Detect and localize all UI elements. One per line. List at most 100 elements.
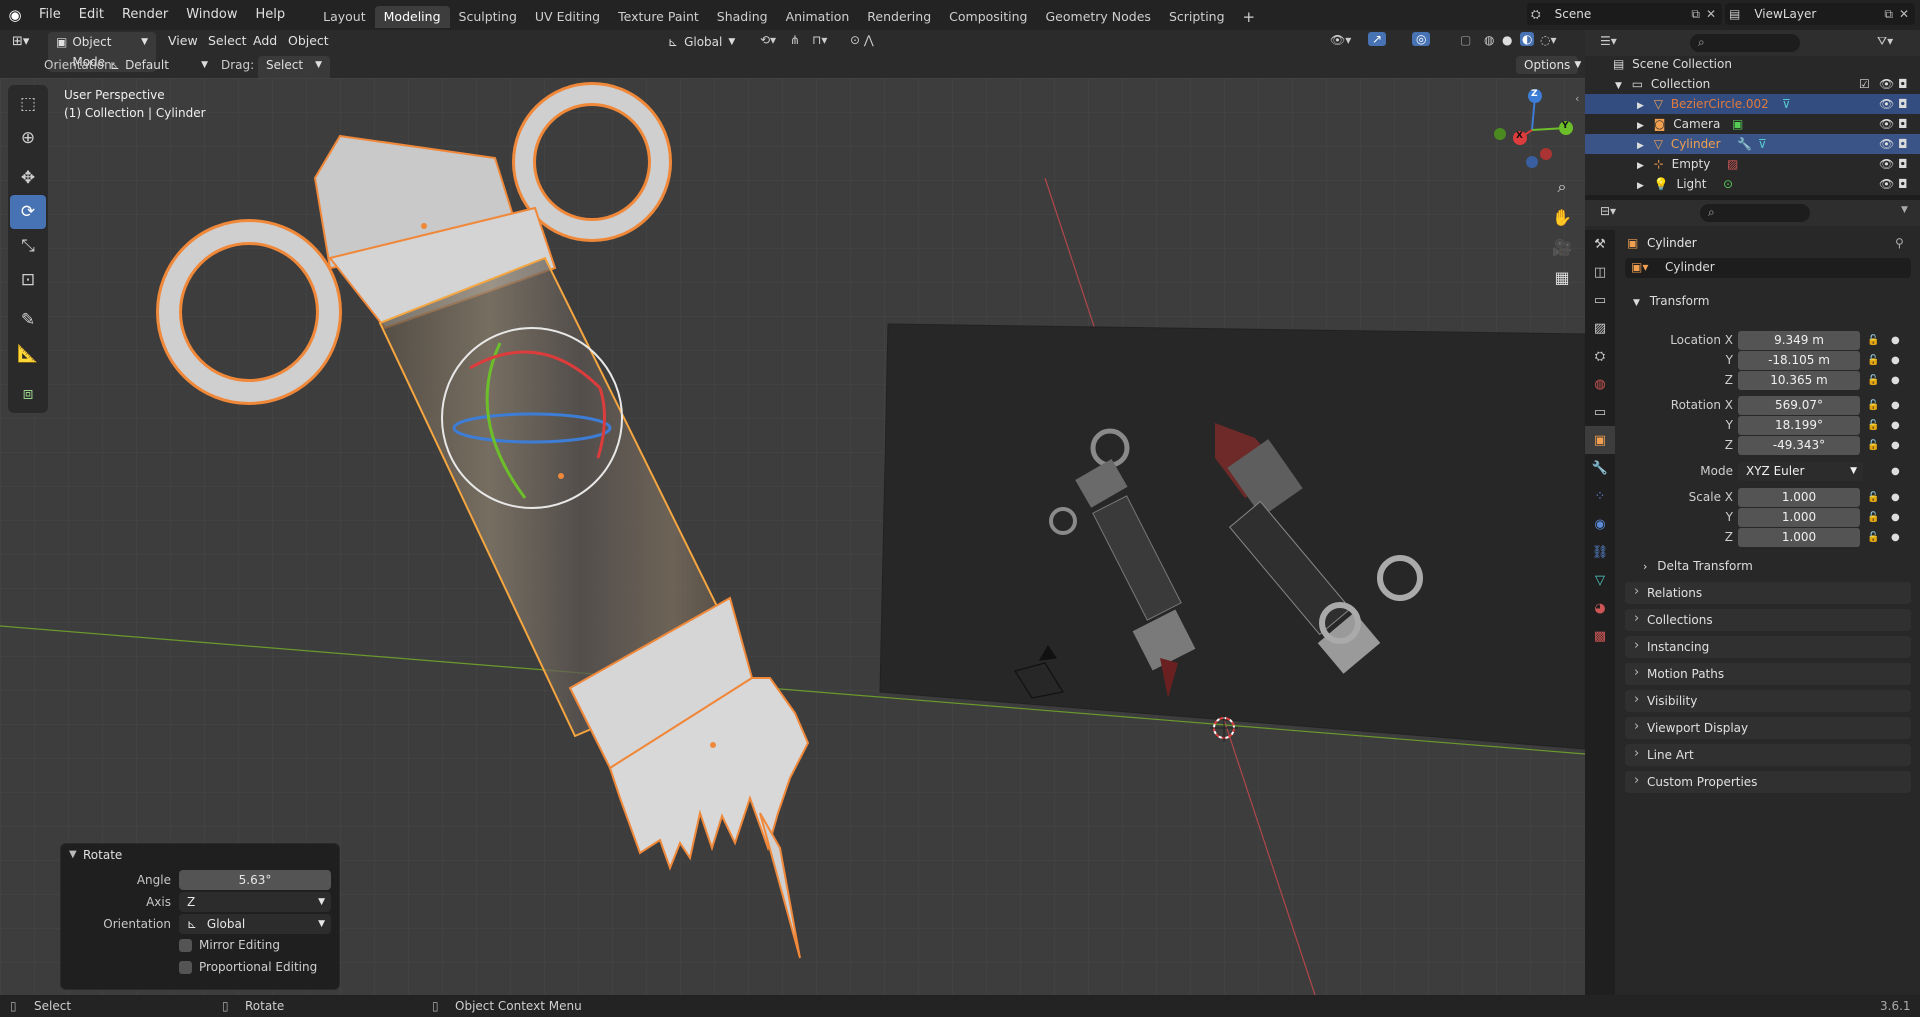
keyframe-dot-icon[interactable]: ● xyxy=(1891,508,1900,527)
viewport-display-panel[interactable]: Viewport Display xyxy=(1625,716,1911,739)
remove-view-layer-icon[interactable]: ✕ xyxy=(1899,7,1915,21)
scale-x-field[interactable]: 1.000 xyxy=(1738,488,1860,507)
measure-tool-icon[interactable]: 📐 xyxy=(10,337,46,371)
collections-panel[interactable]: Collections xyxy=(1625,608,1911,631)
lock-icon[interactable]: 🔓 xyxy=(1867,371,1879,390)
material-tab-icon[interactable]: ◕ xyxy=(1585,594,1615,622)
view-layer-selector[interactable]: ▤ ViewLayer ⧉ ✕ xyxy=(1725,3,1915,25)
expand-right-icon[interactable]: ▶ xyxy=(1637,101,1644,111)
outliner-collection[interactable]: ▼ ▭ Collection ☑ 👁 ◘ xyxy=(1585,74,1920,94)
proportional-editing-checkbox[interactable] xyxy=(179,961,192,974)
angle-field[interactable]: 5.63° xyxy=(179,870,331,890)
expand-down-icon[interactable]: ▼ xyxy=(1615,81,1622,91)
filter-icon[interactable]: ⛛▾ xyxy=(1877,34,1893,49)
workspace-tab-compositing[interactable]: Compositing xyxy=(940,6,1036,28)
physics-tab-icon[interactable]: ◉ xyxy=(1585,510,1615,538)
instancing-panel[interactable]: Instancing xyxy=(1625,635,1911,658)
new-scene-icon[interactable]: ⧉ xyxy=(1691,7,1700,22)
menu-render[interactable]: Render xyxy=(113,0,177,30)
location-x-field[interactable]: 9.349 m xyxy=(1738,331,1860,350)
3d-viewport[interactable]: User Perspective (1) Collection | Cylind… xyxy=(0,78,1585,995)
wireframe-shading-icon[interactable]: ◍ xyxy=(1484,33,1494,47)
scale-tool-icon[interactable]: ⤡ xyxy=(10,229,46,263)
scale-z-field[interactable]: 1.000 xyxy=(1738,528,1860,547)
add-menu[interactable]: Add xyxy=(253,33,277,48)
lock-icon[interactable]: 🔓 xyxy=(1867,331,1879,350)
outliner-item-cylinder[interactable]: ▶ ▽ Cylinder 🔧 ⊽ 👁 ◘ xyxy=(1585,134,1920,154)
particles-tab-icon[interactable]: ⁘ xyxy=(1585,482,1615,510)
rendered-shading-icon[interactable]: ◌▾ xyxy=(1540,33,1557,47)
render-camera-icon[interactable]: ◘ xyxy=(1898,134,1908,154)
outliner-item-light[interactable]: ▶ 💡 Light ⊙ 👁 ◘ xyxy=(1585,174,1920,194)
workspace-tab-layout[interactable]: Layout xyxy=(314,6,375,28)
relations-panel[interactable]: Relations xyxy=(1625,581,1911,604)
modifier-tab-icon[interactable]: 🔧 xyxy=(1585,454,1615,482)
pan-hand-icon[interactable]: ✋ xyxy=(1547,202,1577,232)
motion-paths-panel[interactable]: Motion Paths xyxy=(1625,662,1911,685)
keyframe-dot-icon[interactable]: ● xyxy=(1891,351,1900,370)
world-tab-icon[interactable]: ◍ xyxy=(1585,370,1615,398)
pin-icon[interactable]: ⚲ xyxy=(1895,236,1904,250)
lock-icon[interactable]: 🔓 xyxy=(1867,488,1879,507)
collection-checkbox-icon[interactable]: ☑ xyxy=(1859,74,1870,94)
overlay-toggle-icon[interactable]: ◎ xyxy=(1412,32,1431,46)
scene-selector[interactable]: ⛭ Scene ⧉ ✕ xyxy=(1527,3,1722,25)
eye-icon[interactable]: 👁 xyxy=(1879,154,1894,174)
proportional-editing-icon[interactable]: ⊙ ⋀ xyxy=(850,33,874,47)
orientation-dropdown[interactable]: ⊾ Default ▼ xyxy=(110,56,208,74)
blender-logo-icon[interactable]: ◉ xyxy=(0,6,30,24)
render-camera-icon[interactable]: ◘ xyxy=(1898,154,1908,174)
render-tab-icon[interactable]: ◫ xyxy=(1585,258,1615,286)
workspace-tab-scripting[interactable]: Scripting xyxy=(1160,6,1234,28)
rotate-tool-icon[interactable]: ⟳ xyxy=(10,195,46,229)
rotation-y-field[interactable]: 18.199° xyxy=(1738,416,1860,435)
menu-file[interactable]: File xyxy=(30,0,70,30)
new-view-layer-icon[interactable]: ⧉ xyxy=(1884,7,1893,22)
axis-dropdown[interactable]: Z ▼ xyxy=(179,892,331,912)
lock-icon[interactable]: 🔓 xyxy=(1867,436,1879,455)
keyframe-dot-icon[interactable]: ● xyxy=(1891,371,1900,390)
expand-right-icon[interactable]: ▶ xyxy=(1637,181,1644,191)
keyframe-dot-icon[interactable]: ● xyxy=(1891,436,1900,455)
sidebar-toggle-icon[interactable]: ‹ xyxy=(1575,92,1579,105)
visibility-panel[interactable]: Visibility xyxy=(1625,689,1911,712)
expand-right-icon[interactable]: ▶ xyxy=(1637,161,1644,171)
object-menu[interactable]: Object xyxy=(288,33,329,48)
keyframe-dot-icon[interactable]: ● xyxy=(1891,416,1900,435)
camera-view-icon[interactable]: 🎥 xyxy=(1547,232,1577,262)
remove-scene-icon[interactable]: ✕ xyxy=(1706,7,1722,21)
menu-edit[interactable]: Edit xyxy=(70,0,113,30)
add-cube-tool-icon[interactable]: ⧈ xyxy=(10,377,46,411)
rotation-x-field[interactable]: 569.07° xyxy=(1738,396,1860,415)
object-tab-icon[interactable]: ▣ xyxy=(1585,426,1615,454)
workspace-tab-shading[interactable]: Shading xyxy=(708,6,777,28)
properties-editor-icon[interactable]: ⊟▾ xyxy=(1600,204,1616,218)
workspace-tab-rendering[interactable]: Rendering xyxy=(858,6,940,28)
solid-shading-icon[interactable]: ● xyxy=(1502,33,1512,47)
select-menu[interactable]: Select xyxy=(208,33,247,48)
panel-collapse-icon[interactable]: ▼ xyxy=(69,849,77,860)
workspace-tab-sculpting[interactable]: Sculpting xyxy=(450,6,526,28)
render-camera-icon[interactable]: ◘ xyxy=(1898,114,1908,134)
menu-help[interactable]: Help xyxy=(247,0,295,30)
lock-icon[interactable]: 🔓 xyxy=(1867,351,1879,370)
scale-y-field[interactable]: 1.000 xyxy=(1738,508,1860,527)
chevron-down-icon[interactable]: ▼ xyxy=(1901,205,1908,215)
expand-right-icon[interactable]: ▶ xyxy=(1637,141,1644,151)
keyframe-dot-icon[interactable]: ● xyxy=(1891,528,1900,547)
perspective-grid-icon[interactable]: ▦ xyxy=(1547,262,1577,292)
keyframe-dot-icon[interactable]: ● xyxy=(1891,488,1900,507)
tool-tab-icon[interactable]: ⚒ xyxy=(1585,230,1615,258)
outliner-item-empty[interactable]: ▶ ⊹ Empty ▨ 👁 ◘ xyxy=(1585,154,1920,174)
line-art-panel[interactable]: Line Art xyxy=(1625,743,1911,766)
rotation-mode-dropdown[interactable]: XYZ Euler ▼ xyxy=(1738,462,1863,481)
eye-icon[interactable]: 👁 xyxy=(1879,114,1894,134)
lock-icon[interactable]: 🔓 xyxy=(1867,528,1879,547)
pivot-point-icon[interactable]: ⟲▾ xyxy=(760,33,776,47)
workspace-tab-modeling[interactable]: Modeling xyxy=(374,6,450,28)
outliner-item-beziercircle[interactable]: ▶ ▽ BezierCircle.002 ⊽ 👁 ◘ xyxy=(1585,94,1920,114)
zoom-icon[interactable]: ⌕ xyxy=(1547,172,1577,202)
editor-type-icon[interactable]: ⊞▾ xyxy=(12,34,29,49)
outliner-item-camera[interactable]: ▶ ◙ Camera ▣ 👁 ◘ xyxy=(1585,114,1920,134)
move-tool-icon[interactable]: ✥ xyxy=(10,161,46,195)
